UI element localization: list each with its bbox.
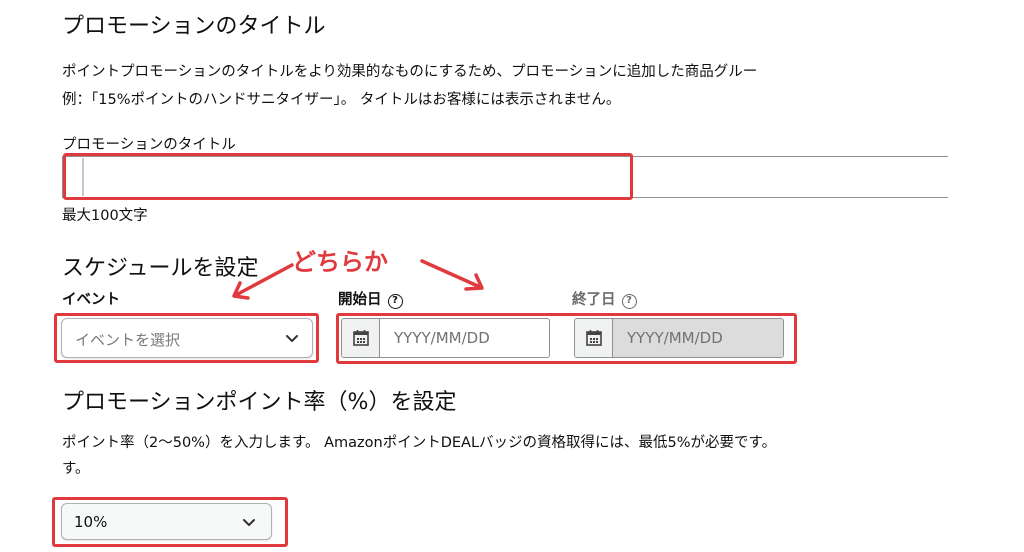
point-rate-select[interactable]: 10% xyxy=(61,503,272,540)
point-rate-value: 10% xyxy=(74,513,108,531)
annotation-arrow-left xyxy=(232,263,294,300)
help-circle-icon[interactable]: ? xyxy=(621,294,637,309)
end-date-placeholder: YYYY/MM/DD xyxy=(627,329,723,347)
rate-heading: プロモーションポイント率（%）を設定 xyxy=(62,390,457,415)
start-date-placeholder: YYYY/MM/DD xyxy=(394,329,490,347)
event-select[interactable]: イベントを選択 xyxy=(61,318,313,358)
calendar-button[interactable] xyxy=(342,319,380,357)
promo-title-heading: プロモーションのタイトル xyxy=(62,14,326,39)
end-date-input[interactable]: YYYY/MM/DD xyxy=(574,318,784,358)
rate-description-2: す。 xyxy=(62,461,90,477)
calendar-icon xyxy=(586,330,602,346)
promo-title-field-label: プロモーションのタイトル xyxy=(62,137,236,153)
calendar-icon xyxy=(353,330,369,346)
start-date-label: 開始日? xyxy=(338,288,403,309)
start-date-input[interactable]: YYYY/MM/DD xyxy=(341,318,550,358)
end-date-label: 終了日? xyxy=(572,288,637,309)
start-date-label-text: 開始日 xyxy=(338,292,382,308)
text-cursor xyxy=(82,158,84,196)
help-circle-icon[interactable]: ? xyxy=(387,294,403,309)
calendar-button[interactable] xyxy=(575,319,613,357)
annotation-arrow-right xyxy=(420,259,484,291)
chevron-down-icon xyxy=(243,519,255,526)
promo-title-input[interactable] xyxy=(62,156,948,198)
end-date-label-text: 終了日 xyxy=(572,292,616,308)
event-label: イベント xyxy=(62,292,120,308)
event-select-placeholder: イベントを選択 xyxy=(75,331,181,349)
promo-title-hint: 最大100文字 xyxy=(62,208,148,224)
promo-title-description-2: 例：「15%ポイントのハンドサニタイザー」。 タイトルはお客様には表示されません… xyxy=(62,92,621,108)
rate-description-1: ポイント率（2〜50%）を入力します。 AmazonポイントDEALバッジの資格… xyxy=(62,435,777,451)
chevron-down-icon xyxy=(286,335,298,342)
promo-title-description-1: ポイントプロモーションのタイトルをより効果的なものにするため、プロモーションに追… xyxy=(62,64,758,80)
